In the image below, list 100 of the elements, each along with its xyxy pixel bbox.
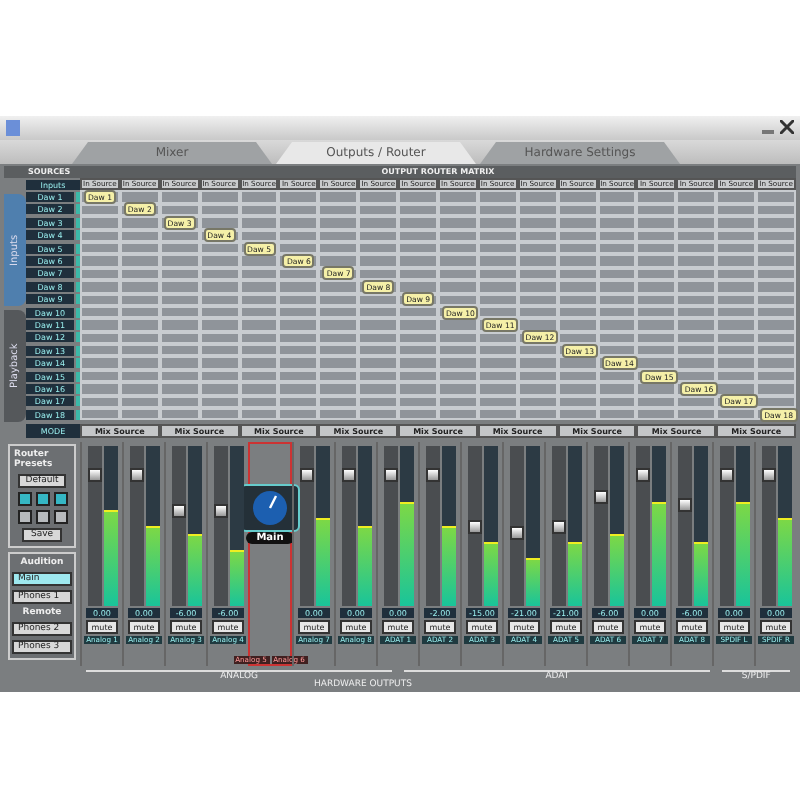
matrix-cell[interactable] (80, 408, 120, 421)
matrix-cell[interactable] (438, 344, 478, 357)
matrix-cell[interactable] (199, 356, 240, 370)
matrix-cell[interactable] (239, 190, 279, 204)
matrix-cell[interactable] (517, 216, 558, 230)
fader-track[interactable] (213, 446, 227, 606)
matrix-cell[interactable] (199, 318, 240, 332)
matrix-cell[interactable] (756, 216, 796, 230)
matrix-cell[interactable] (239, 408, 279, 421)
matrix-cell[interactable] (358, 382, 399, 396)
matrix-cell[interactable] (398, 190, 438, 204)
matrix-cell[interactable] (756, 254, 796, 268)
matrix-cell[interactable] (636, 356, 677, 370)
matrix-cell[interactable] (557, 408, 598, 421)
matrix-cell[interactable] (358, 408, 399, 421)
matrix-cell[interactable] (517, 190, 558, 204)
matrix-cell[interactable] (199, 190, 240, 204)
matrix-cell[interactable] (597, 408, 637, 421)
matrix-cell[interactable] (636, 344, 677, 357)
matrix-cell[interactable] (557, 318, 598, 332)
matrix-cell[interactable] (278, 190, 319, 204)
fader-handle[interactable] (551, 519, 565, 533)
matrix-cell[interactable] (199, 408, 240, 421)
matrix-cell[interactable] (159, 280, 200, 294)
matrix-cell[interactable] (318, 254, 359, 268)
matrix-cell[interactable] (557, 280, 598, 294)
fader-track[interactable] (129, 446, 143, 606)
fader-track[interactable] (383, 446, 397, 606)
matrix-cell[interactable] (756, 190, 796, 204)
matrix-cell[interactable] (159, 344, 200, 357)
matrix-cell[interactable] (477, 280, 518, 294)
matrix-cell[interactable] (358, 254, 399, 268)
matrix-cell[interactable] (517, 254, 558, 268)
matrix-cell[interactable] (358, 344, 399, 357)
matrix-cell[interactable] (438, 382, 478, 396)
matrix-cell[interactable] (517, 344, 558, 357)
matrix-cell[interactable] (80, 356, 120, 370)
matrix-cell[interactable] (597, 216, 637, 230)
preset-icon[interactable] (17, 492, 31, 506)
fader-track[interactable] (635, 446, 649, 606)
matrix-cell[interactable] (676, 280, 717, 294)
fader-handle[interactable] (425, 467, 439, 482)
matrix-cell[interactable] (239, 318, 279, 332)
matrix-cell[interactable] (756, 344, 796, 357)
fader-handle[interactable] (299, 467, 313, 482)
matrix-cell[interactable] (477, 382, 518, 396)
volume-knob-icon[interactable] (252, 490, 288, 526)
matrix-cell[interactable] (477, 344, 518, 357)
matrix-cell[interactable] (318, 408, 359, 421)
matrix-cell[interactable] (756, 318, 796, 332)
matrix-cell[interactable] (278, 344, 319, 357)
matrix-cell[interactable] (318, 216, 359, 230)
matrix-cell[interactable] (239, 344, 279, 357)
matrix-cell[interactable] (597, 344, 637, 357)
matrix-cell[interactable] (636, 190, 677, 204)
matrix-cell[interactable] (318, 318, 359, 332)
matrix-cell[interactable] (716, 344, 757, 357)
fader-track[interactable] (341, 446, 355, 606)
matrix-cell[interactable] (199, 280, 240, 294)
matrix-cell[interactable] (318, 190, 359, 204)
fader-handle[interactable] (677, 497, 691, 512)
matrix-cell[interactable] (159, 408, 200, 421)
fader-handle[interactable] (171, 504, 185, 519)
matrix-cell[interactable] (477, 356, 518, 370)
fader-track[interactable] (299, 446, 313, 606)
matrix-cell[interactable] (278, 318, 319, 332)
preset-icon[interactable] (53, 510, 67, 524)
matrix-cell[interactable] (756, 382, 796, 396)
matrix-cell[interactable] (676, 318, 717, 332)
matrix-cell[interactable] (80, 216, 120, 230)
matrix-cell[interactable] (159, 254, 200, 268)
matrix-cell[interactable] (159, 356, 200, 370)
fader-handle[interactable] (635, 467, 649, 482)
matrix-cell[interactable] (119, 254, 160, 268)
matrix-cell[interactable] (676, 356, 717, 370)
matrix-cell[interactable] (80, 254, 120, 268)
matrix-cell[interactable] (676, 254, 717, 268)
matrix-cell[interactable] (80, 318, 120, 332)
matrix-cell[interactable] (716, 356, 757, 370)
matrix-cell[interactable] (557, 382, 598, 396)
matrix-cell[interactable] (358, 356, 399, 370)
matrix-cell[interactable] (239, 356, 279, 370)
preset-icon[interactable] (35, 492, 49, 506)
matrix-cell[interactable] (398, 254, 438, 268)
matrix-cell[interactable] (597, 190, 637, 204)
matrix-cell[interactable] (398, 344, 438, 357)
matrix-cell[interactable] (756, 280, 796, 294)
matrix-cell[interactable] (119, 216, 160, 230)
matrix-cell[interactable] (597, 254, 637, 268)
matrix-cell[interactable] (438, 408, 478, 421)
matrix-cell[interactable] (318, 344, 359, 357)
fader-handle[interactable] (87, 467, 101, 482)
matrix-cell[interactable] (756, 356, 796, 370)
matrix-cell[interactable] (438, 280, 478, 294)
fader-handle[interactable] (509, 526, 523, 541)
preset-icon[interactable] (35, 510, 49, 524)
matrix-cell[interactable] (716, 318, 757, 332)
matrix-cell[interactable] (318, 280, 359, 294)
matrix-cell[interactable] (119, 408, 160, 421)
matrix-cell[interactable] (239, 216, 279, 230)
